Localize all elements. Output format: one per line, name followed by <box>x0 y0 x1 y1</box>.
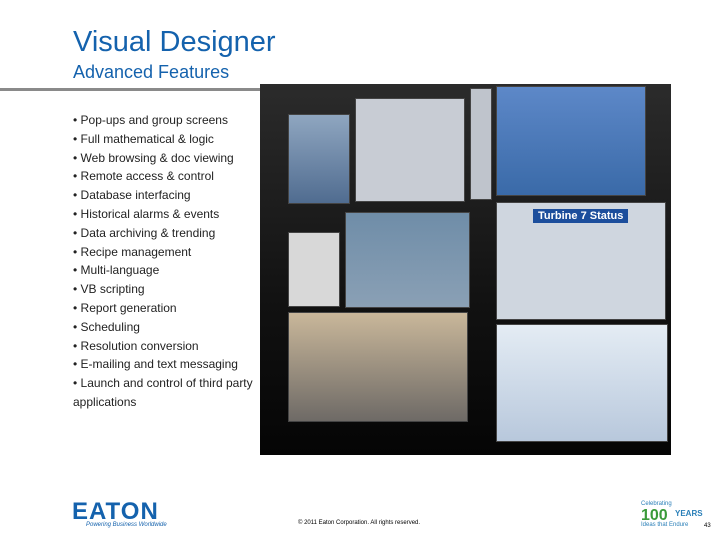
copyright: © 2011 Eaton Corporation. All rights res… <box>298 520 421 526</box>
list-item: • Report generation <box>73 300 177 315</box>
screen-gauge <box>288 232 340 307</box>
list-item: • Data archiving & trending <box>73 225 216 240</box>
turbine-status-label: Turbine 7 Status <box>533 209 629 223</box>
slide-title: Visual Designer <box>73 26 276 58</box>
years-text: YEARS <box>675 509 703 518</box>
screen-warehouse <box>288 312 468 422</box>
tagline: Powering Business Worldwide <box>86 522 167 528</box>
screen-dashboard <box>496 86 646 196</box>
slide-subtitle: Advanced Features <box>73 62 230 82</box>
screen-turbine: Turbine 7 Status <box>496 202 666 320</box>
hmi-screens-photo: Turbine 7 Status <box>260 84 671 455</box>
screen-map <box>355 98 465 202</box>
screen-buttons <box>470 88 492 200</box>
list-item: • Full mathematical & logic <box>73 131 214 146</box>
list-item: • Resolution conversion <box>73 338 199 353</box>
list-item: • Scheduling <box>73 319 140 334</box>
list-item: • Web browsing & doc viewing <box>73 150 234 165</box>
page-number: 43 <box>704 523 711 529</box>
list-item: • Pop-ups and group screens <box>73 113 228 127</box>
list-item: • Remote access & control <box>73 169 214 184</box>
screen-trend <box>496 324 668 442</box>
list-item: • Launch and control of third party appl… <box>73 376 253 409</box>
list-item: • Recipe management <box>73 244 192 259</box>
list-item: • E-mailing and text messaging <box>73 357 238 372</box>
list-item: • VB scripting <box>73 282 145 297</box>
screen-conveyor <box>345 212 470 308</box>
divider <box>0 88 262 91</box>
ideas-text: Ideas that Endure <box>641 522 689 528</box>
screen-operator <box>288 114 350 204</box>
list-item: • Historical alarms & events <box>73 206 220 221</box>
feature-list: • Pop-ups and group screens • Full mathe… <box>73 111 253 412</box>
list-item: • Database interfacing <box>73 188 191 203</box>
list-item: • Multi-language <box>73 263 160 278</box>
